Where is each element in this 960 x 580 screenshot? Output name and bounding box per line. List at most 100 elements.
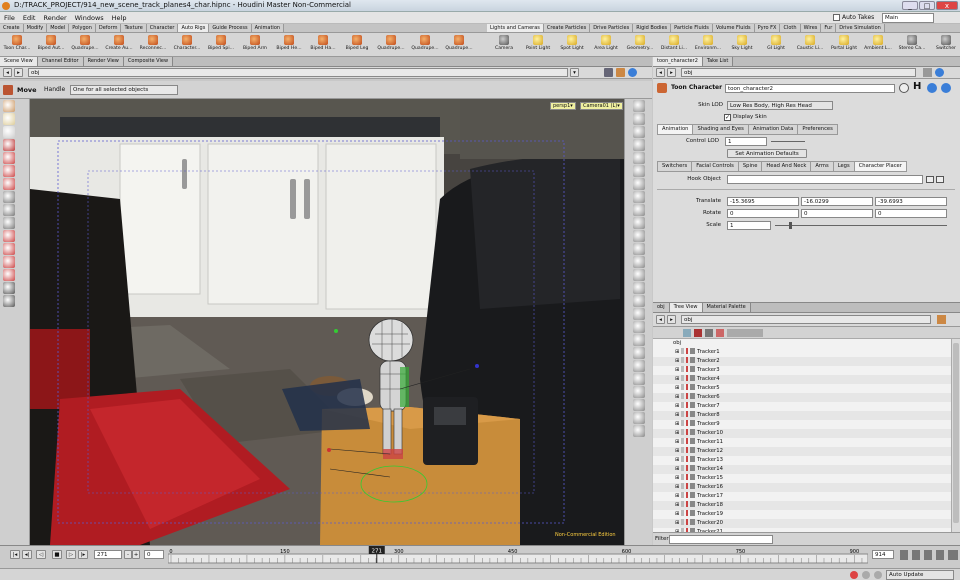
shelf-tab-cloth[interactable]: Cloth [780, 24, 801, 32]
view-options-icon[interactable] [616, 68, 625, 77]
shelf-tool-environm[interactable]: Environm... [691, 33, 725, 56]
skin-lod-select[interactable]: Low Res Body, High Res Head [727, 101, 833, 110]
shelf-tab-drive-simulation[interactable]: Drive Simulation [836, 24, 885, 32]
tree-row[interactable]: ⊞ Tracker1 [653, 348, 951, 357]
tab-toon-character2[interactable]: toon_character2 [653, 57, 703, 66]
timeline-option-icons[interactable] [900, 550, 958, 560]
display-option-icon[interactable] [633, 412, 645, 424]
shelf-tab-wires[interactable]: Wires [800, 24, 822, 32]
shelf-tab-fur[interactable]: Fur [821, 24, 837, 32]
node-name-field[interactable]: toon_character2 [725, 84, 895, 93]
scale-slider[interactable] [775, 225, 947, 226]
viewport-tool-icon[interactable] [3, 152, 15, 164]
display-option-icon[interactable] [633, 269, 645, 281]
param-back-icon[interactable]: ◂ [656, 68, 665, 77]
help-icon[interactable] [628, 68, 637, 77]
frame-increment-button[interactable]: + [132, 550, 140, 559]
display-option-icon[interactable] [633, 113, 645, 125]
node-info-icon[interactable] [941, 83, 951, 93]
translate-y-field[interactable]: -16.0299 [801, 197, 873, 206]
tab-arms[interactable]: Arms [810, 161, 834, 172]
control-lod-slider[interactable] [771, 141, 805, 142]
handle-mode-select[interactable]: One for all selected objects [70, 85, 178, 95]
tree-row[interactable]: ⊞ Tracker3 [653, 366, 951, 375]
pin-icon[interactable] [923, 68, 932, 77]
tab-character-placer[interactable]: Character Placer [853, 161, 907, 172]
display-option-icon[interactable] [633, 243, 645, 255]
shelf-tab-lights-cameras[interactable]: Lights and Cameras [487, 24, 544, 32]
tab-composite-view[interactable]: Composite View [123, 57, 174, 66]
tab-tree-view[interactable]: Tree View [669, 303, 703, 312]
shelf-tab-modify[interactable]: Modify [23, 24, 48, 32]
shelf-tool-quadrupe[interactable]: Quadrupe... [408, 33, 442, 56]
display-option-icon[interactable] [633, 373, 645, 385]
menu-edit[interactable]: Edit [19, 12, 40, 24]
tree-row[interactable]: ⊞ Tracker9 [653, 420, 951, 429]
set-animation-defaults-button[interactable]: Set Animation Defaults [727, 149, 807, 158]
shelf-tool-quadrupe[interactable]: Quadrupe... [442, 33, 476, 56]
viewport-tool-icon[interactable] [3, 178, 15, 190]
shelf-tool-character[interactable]: Character... [170, 33, 204, 56]
viewport-tool-icon[interactable] [3, 243, 15, 255]
display-option-icon[interactable] [633, 334, 645, 346]
shelf-tool-geometry[interactable]: Geometry... [623, 33, 657, 56]
error-icon[interactable] [850, 571, 858, 579]
shelf-tool-gi-light[interactable]: GI Light [759, 33, 793, 56]
param-path-field[interactable]: obj [681, 68, 916, 77]
viewport-tool-icon[interactable] [3, 126, 15, 138]
viewport-tool-icon[interactable] [3, 217, 15, 229]
shelf-tool-spot-light[interactable]: Spot Light [555, 33, 589, 56]
display-option-icon[interactable] [633, 217, 645, 229]
display-option-icon[interactable] [633, 139, 645, 151]
tree-row[interactable]: ⊞ Tracker18 [653, 501, 951, 510]
display-option-icon[interactable] [633, 191, 645, 203]
display-option-icon[interactable] [633, 126, 645, 138]
start-frame-field[interactable]: 0 [144, 550, 164, 559]
tree-row[interactable]: ⊞ Tracker8 [653, 411, 951, 420]
close-button[interactable]: x [936, 1, 958, 10]
stop-button[interactable]: ■ [52, 550, 62, 559]
menu-render[interactable]: Render [39, 12, 70, 24]
tab-switchers[interactable]: Switchers [657, 161, 693, 172]
tree-scrollbar[interactable] [951, 339, 960, 532]
tree-row[interactable]: ⊞ Tracker19 [653, 510, 951, 519]
shelf-tool-ambient-l[interactable]: Ambient L... [861, 33, 895, 56]
display-option-icon[interactable] [633, 321, 645, 333]
filter-input[interactable] [669, 535, 773, 544]
play-reverse-button[interactable]: ◁ [36, 550, 46, 559]
tab-legs[interactable]: Legs [832, 161, 855, 172]
viewport-tool-icon[interactable] [3, 295, 15, 307]
performance-icon[interactable] [874, 571, 882, 579]
tab-preferences[interactable]: Preferences [797, 124, 838, 135]
shelf-tab-polygon[interactable]: Polygon [69, 24, 96, 32]
viewport-tool-icon[interactable] [3, 256, 15, 268]
step-back-button[interactable]: ◂| [22, 550, 32, 559]
hook-object-field[interactable] [727, 175, 923, 184]
param-forward-icon[interactable]: ▸ [667, 68, 676, 77]
desktop-select[interactable]: Main [882, 13, 934, 23]
shelf-tool-biped-aut[interactable]: Biped Aut... [34, 33, 68, 56]
tree-row[interactable]: ⊞ Tracker20 [653, 519, 951, 528]
scale-slider-handle[interactable] [789, 222, 792, 229]
tree-row[interactable]: ⊞ Tracker7 [653, 402, 951, 411]
shelf-tab-rigid-bodies[interactable]: Rigid Bodies [633, 24, 672, 32]
display-option-icon[interactable] [633, 100, 645, 112]
shelf-tool-biped-he[interactable]: Biped He... [272, 33, 306, 56]
menu-help[interactable]: Help [108, 12, 131, 24]
display-skin-checkbox[interactable]: ✓ [724, 114, 731, 121]
scene-path-field[interactable]: obj [28, 68, 568, 77]
shelf-tab-texture[interactable]: Texture [121, 24, 147, 32]
shelf-tool-toon-char[interactable]: Toon Char... [0, 33, 34, 56]
shelf-tool-area-light[interactable]: Area Light [589, 33, 623, 56]
viewport-tool-icon[interactable] [3, 100, 15, 112]
translate-x-field[interactable]: -15.3695 [727, 197, 799, 206]
tree-row[interactable]: ⊞ Tracker13 [653, 456, 951, 465]
display-option-icon[interactable] [633, 256, 645, 268]
display-option-icon[interactable] [633, 295, 645, 307]
end-frame-field[interactable]: 914 [872, 550, 894, 559]
menu-file[interactable]: File [0, 12, 19, 24]
display-option-icon[interactable] [633, 386, 645, 398]
shelf-tool-biped-ha[interactable]: Biped Ha... [306, 33, 340, 56]
shelf-tool-quadrupe[interactable]: Quadrupe... [374, 33, 408, 56]
tree-row[interactable]: ⊞ Tracker5 [653, 384, 951, 393]
